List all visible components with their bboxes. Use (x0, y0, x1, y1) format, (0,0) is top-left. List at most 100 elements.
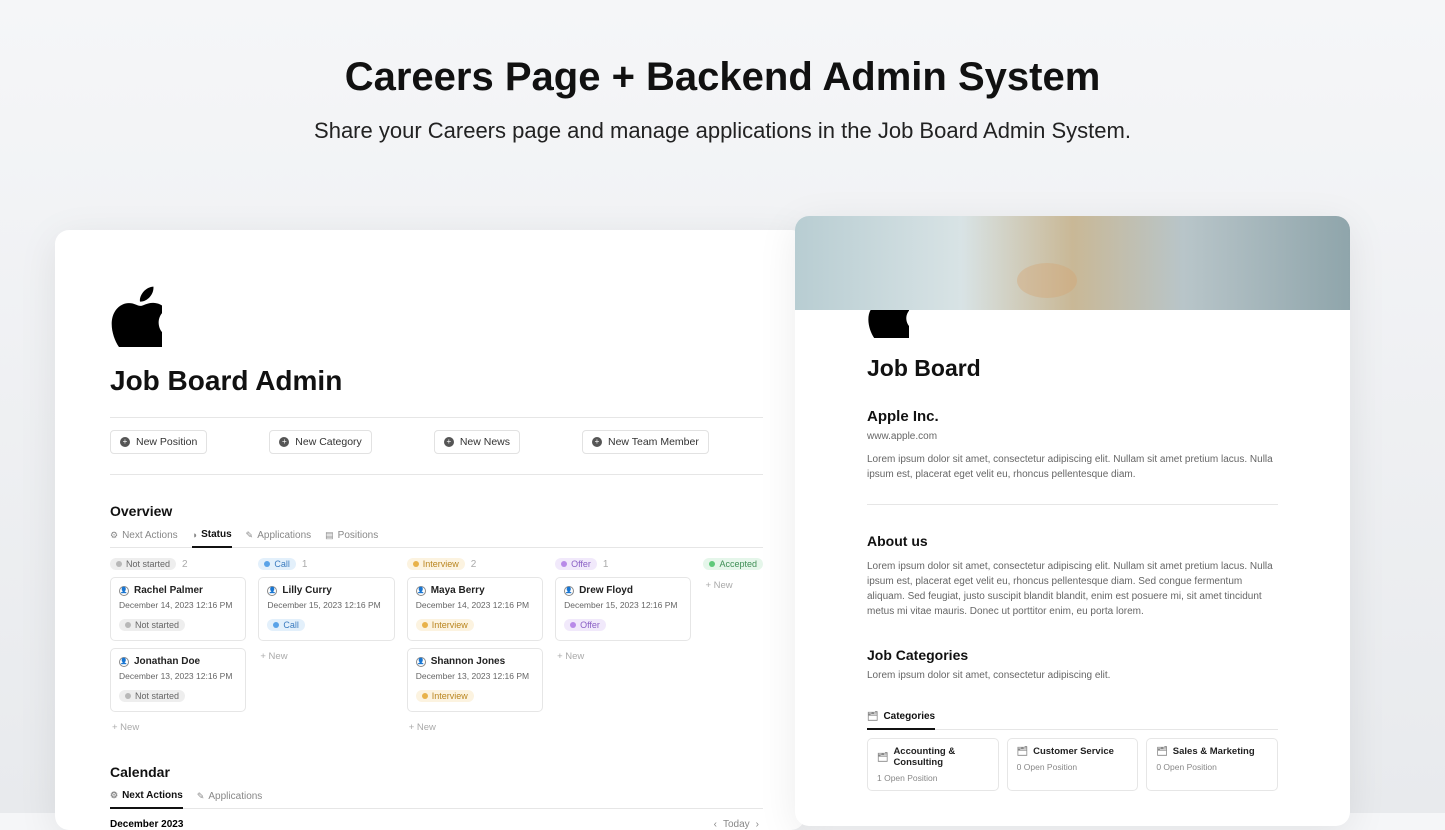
category-name: Customer Service (1033, 746, 1114, 757)
new-team-member-button[interactable]: +New Team Member (582, 430, 709, 454)
tab-icon: ▤ (325, 530, 334, 541)
column-count: 2 (471, 559, 477, 570)
column-offer: Offer 1 👤 Drew Floyd December 15, 2023 12:16… (555, 558, 691, 736)
category-card[interactable]: 🗂 Accounting & Consulting 1 Open Position (867, 738, 999, 791)
applicant-date: December 15, 2023 12:16 PM (267, 600, 385, 610)
calendar-tab-next-actions[interactable]: ⚙Next Actions (110, 790, 183, 809)
apple-logo-icon (110, 285, 763, 347)
applicant-card[interactable]: 👤 Drew Floyd December 15, 2023 12:16 PM Off… (555, 577, 691, 641)
add-card-button[interactable]: + New (407, 719, 543, 736)
cover-image (795, 216, 1350, 310)
tab-positions[interactable]: ▤Positions (325, 529, 378, 547)
category-card[interactable]: 🗂 Sales & Marketing 0 Open Position (1146, 738, 1278, 791)
admin-panel: Job Board Admin +New Position +New Catego… (55, 230, 805, 830)
categories-heading: Job Categories (867, 647, 1278, 663)
category-count: 0 Open Position (1156, 762, 1268, 772)
job-board-title: Job Board (867, 355, 1278, 382)
tab-icon: ✎ (197, 791, 205, 802)
column-interview: Interview 2 👤 Maya Berry December 14, 2023 1… (407, 558, 543, 736)
status-pill: Accepted (703, 558, 763, 570)
column-count: 2 (182, 559, 188, 570)
status-pill: Call (258, 558, 296, 570)
applicant-card[interactable]: 👤Lilly CurryDecember 15, 2023 12:16 PMCa… (258, 577, 394, 641)
status-tag: Call (267, 619, 305, 631)
column-call: Call 1 👤Lilly CurryDecember 15, 2023 12:16… (258, 558, 394, 736)
applicant-date: December 13, 2023 12:16 PM (119, 671, 237, 681)
applicant-name: Rachel Palmer (134, 585, 203, 596)
avatar-icon: 👤 (119, 657, 129, 667)
new-news-button[interactable]: +New News (434, 430, 520, 454)
status-pill: Offer (555, 558, 597, 570)
categories-tab[interactable]: 🗂Categories (867, 711, 935, 730)
avatar-icon: 👤 (416, 586, 426, 596)
status-tag: Not started (119, 690, 185, 702)
calendar-tab-applications[interactable]: ✎Applications (197, 790, 262, 808)
folder-icon: 🗂 (1017, 746, 1028, 757)
tab-status[interactable]: ◑Status (192, 529, 232, 548)
tab-icon: ✎ (246, 530, 254, 541)
avatar-icon: 👤 (267, 586, 277, 596)
avatar-icon: 👤 (564, 586, 574, 596)
applicant-date: December 13, 2023 12:16 PM (416, 671, 534, 681)
column-count: 1 (603, 559, 609, 570)
status-tag: Offer (564, 619, 606, 631)
status-tag: Interview (416, 690, 474, 702)
category-name: Accounting & Consulting (893, 746, 988, 768)
plus-icon: + (592, 437, 602, 447)
admin-title: Job Board Admin (110, 365, 763, 397)
applicant-date: December 15, 2023 12:16 PM (564, 600, 682, 610)
tab-applications[interactable]: ✎Applications (246, 529, 311, 547)
add-card-button[interactable]: + New (703, 577, 763, 594)
tab-next-actions[interactable]: ⚙Next Actions (110, 529, 178, 547)
status-pill: Interview (407, 558, 465, 570)
new-position-button[interactable]: +New Position (110, 430, 207, 454)
column-accepted: Accepted + New (703, 558, 763, 736)
applicant-card[interactable]: 👤 Maya Berry December 14, 2023 12:16 PM Int… (407, 577, 543, 641)
categories-subtext: Lorem ipsum dolor sit amet, consectetur … (867, 668, 1278, 683)
column-count: 1 (302, 559, 308, 570)
divider (867, 504, 1278, 505)
add-card-button[interactable]: + New (258, 648, 394, 665)
avatar-icon: 👤 (119, 586, 129, 596)
folder-icon: 🗂 (877, 752, 888, 763)
category-count: 0 Open Position (1017, 762, 1129, 772)
new-category-button[interactable]: +New Category (269, 430, 372, 454)
calendar-month: December 2023 (110, 819, 183, 830)
applicant-date: December 14, 2023 12:16 PM (416, 600, 534, 610)
column-not-started: Not started 2 👤 Rachel Palmer December 14, 2… (110, 558, 246, 736)
divider (110, 417, 763, 418)
plus-icon: + (279, 437, 289, 447)
avatar-icon: 👤 (416, 657, 426, 667)
calendar-next-button[interactable]: › (752, 819, 763, 830)
applicant-name: Jonathan Doe (134, 656, 200, 667)
folder-icon: 🗂 (867, 711, 878, 722)
company-intro: Lorem ipsum dolor sit amet, consectetur … (867, 452, 1278, 482)
category-card[interactable]: 🗂 Customer Service 0 Open Position (1007, 738, 1139, 791)
category-name: Sales & Marketing (1173, 746, 1255, 757)
applicant-name: Maya Berry (431, 585, 485, 596)
applicant-card[interactable]: 👤 Jonathan Doe December 13, 2023 12:16 PM N… (110, 648, 246, 712)
status-tag: Interview (416, 619, 474, 631)
applicant-date: December 14, 2023 12:16 PM (119, 600, 237, 610)
tab-icon: ◑ (192, 530, 197, 540)
folder-icon: 🗂 (1156, 746, 1167, 757)
company-url[interactable]: www.apple.com (867, 431, 1278, 442)
category-count: 1 Open Position (877, 773, 989, 783)
plus-icon: + (444, 437, 454, 447)
about-text: Lorem ipsum dolor sit amet, consectetur … (867, 559, 1278, 619)
status-pill: Not started (110, 558, 176, 570)
add-card-button[interactable]: + New (110, 719, 246, 736)
calendar-prev-button[interactable]: ‹ (710, 819, 721, 830)
applicant-card[interactable]: 👤Shannon JonesDecember 13, 2023 12:16 PM… (407, 648, 543, 712)
divider (110, 474, 763, 475)
applicant-card[interactable]: 👤 Rachel Palmer December 14, 2023 12:16 PM… (110, 577, 246, 641)
hero-subtitle: Share your Careers page and manage appli… (0, 118, 1445, 144)
calendar-heading: Calendar (110, 764, 763, 780)
overview-heading: Overview (110, 503, 763, 519)
hero-title: Careers Page + Backend Admin System (0, 55, 1445, 100)
applicant-name: Drew Floyd (579, 585, 633, 596)
add-card-button[interactable]: + New (555, 648, 691, 665)
tab-icon: ⚙ (110, 790, 118, 801)
calendar-today-button[interactable]: Today (723, 819, 750, 830)
job-board-panel: Job Board Apple Inc. www.apple.com Lorem… (795, 216, 1350, 826)
